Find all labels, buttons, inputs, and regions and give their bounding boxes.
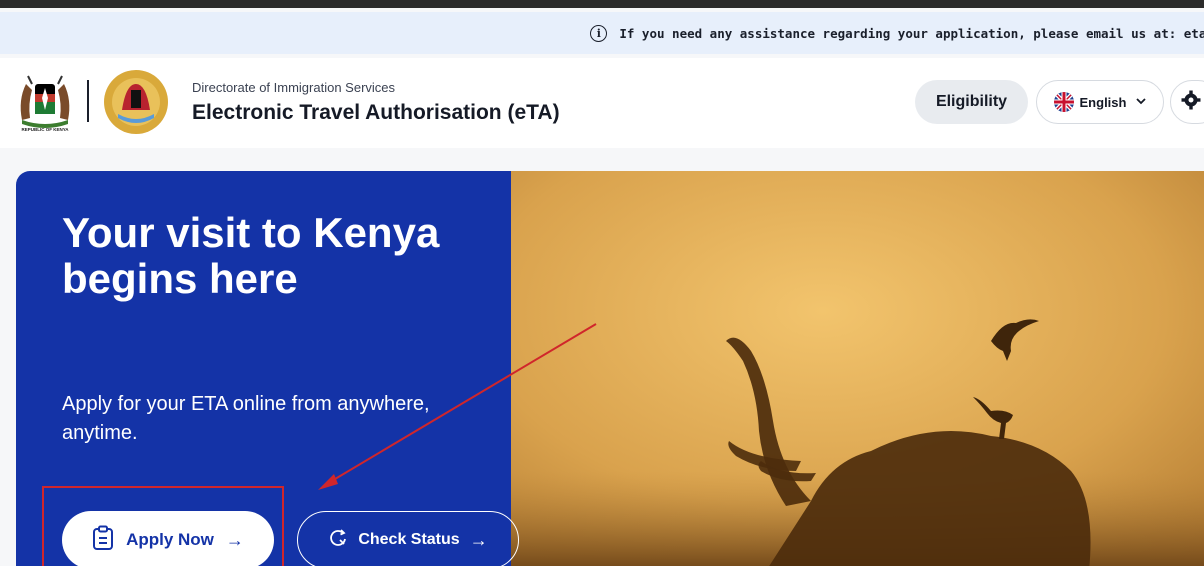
uk-flag-icon [1053, 92, 1074, 112]
logo-divider [87, 80, 89, 122]
eligibility-button[interactable]: Eligibility [915, 80, 1028, 124]
language-selector[interactable]: English [1036, 80, 1164, 124]
info-banner-text: If you need any assistance regarding you… [619, 25, 1204, 41]
site-header: REPUBLIC OF KENYA Directorate of Immigra… [0, 58, 1204, 148]
hero-elephant-image [511, 171, 1204, 566]
coat-of-arms-caption: REPUBLIC OF KENYA [21, 127, 69, 132]
chevron-down-icon [1136, 97, 1147, 108]
settings-button[interactable] [1170, 80, 1204, 124]
arrow-right-icon: → [469, 529, 488, 550]
window-top-bar [0, 0, 1204, 8]
annotation-highlight-box [42, 486, 284, 566]
language-label: English [1079, 94, 1127, 110]
hero-title: Your visit to Kenya begins here [62, 209, 440, 302]
immigration-emblem-logo [104, 70, 168, 134]
refresh-search-icon [328, 528, 348, 553]
header-subtitle: Directorate of Immigration Services [192, 80, 396, 95]
info-banner: i If you need any assistance regarding y… [0, 12, 1204, 54]
gear-icon [1181, 90, 1201, 115]
hero-subtitle: Apply for your ETA online from anywhere,… [62, 393, 430, 444]
check-status-button[interactable]: Check Status → [297, 511, 519, 566]
header-title: Electronic Travel Authorisation (eTA) [192, 101, 560, 124]
kenya-coat-of-arms-logo[interactable]: REPUBLIC OF KENYA [14, 70, 76, 132]
check-status-label: Check Status [358, 531, 460, 548]
info-icon: i [590, 24, 608, 42]
